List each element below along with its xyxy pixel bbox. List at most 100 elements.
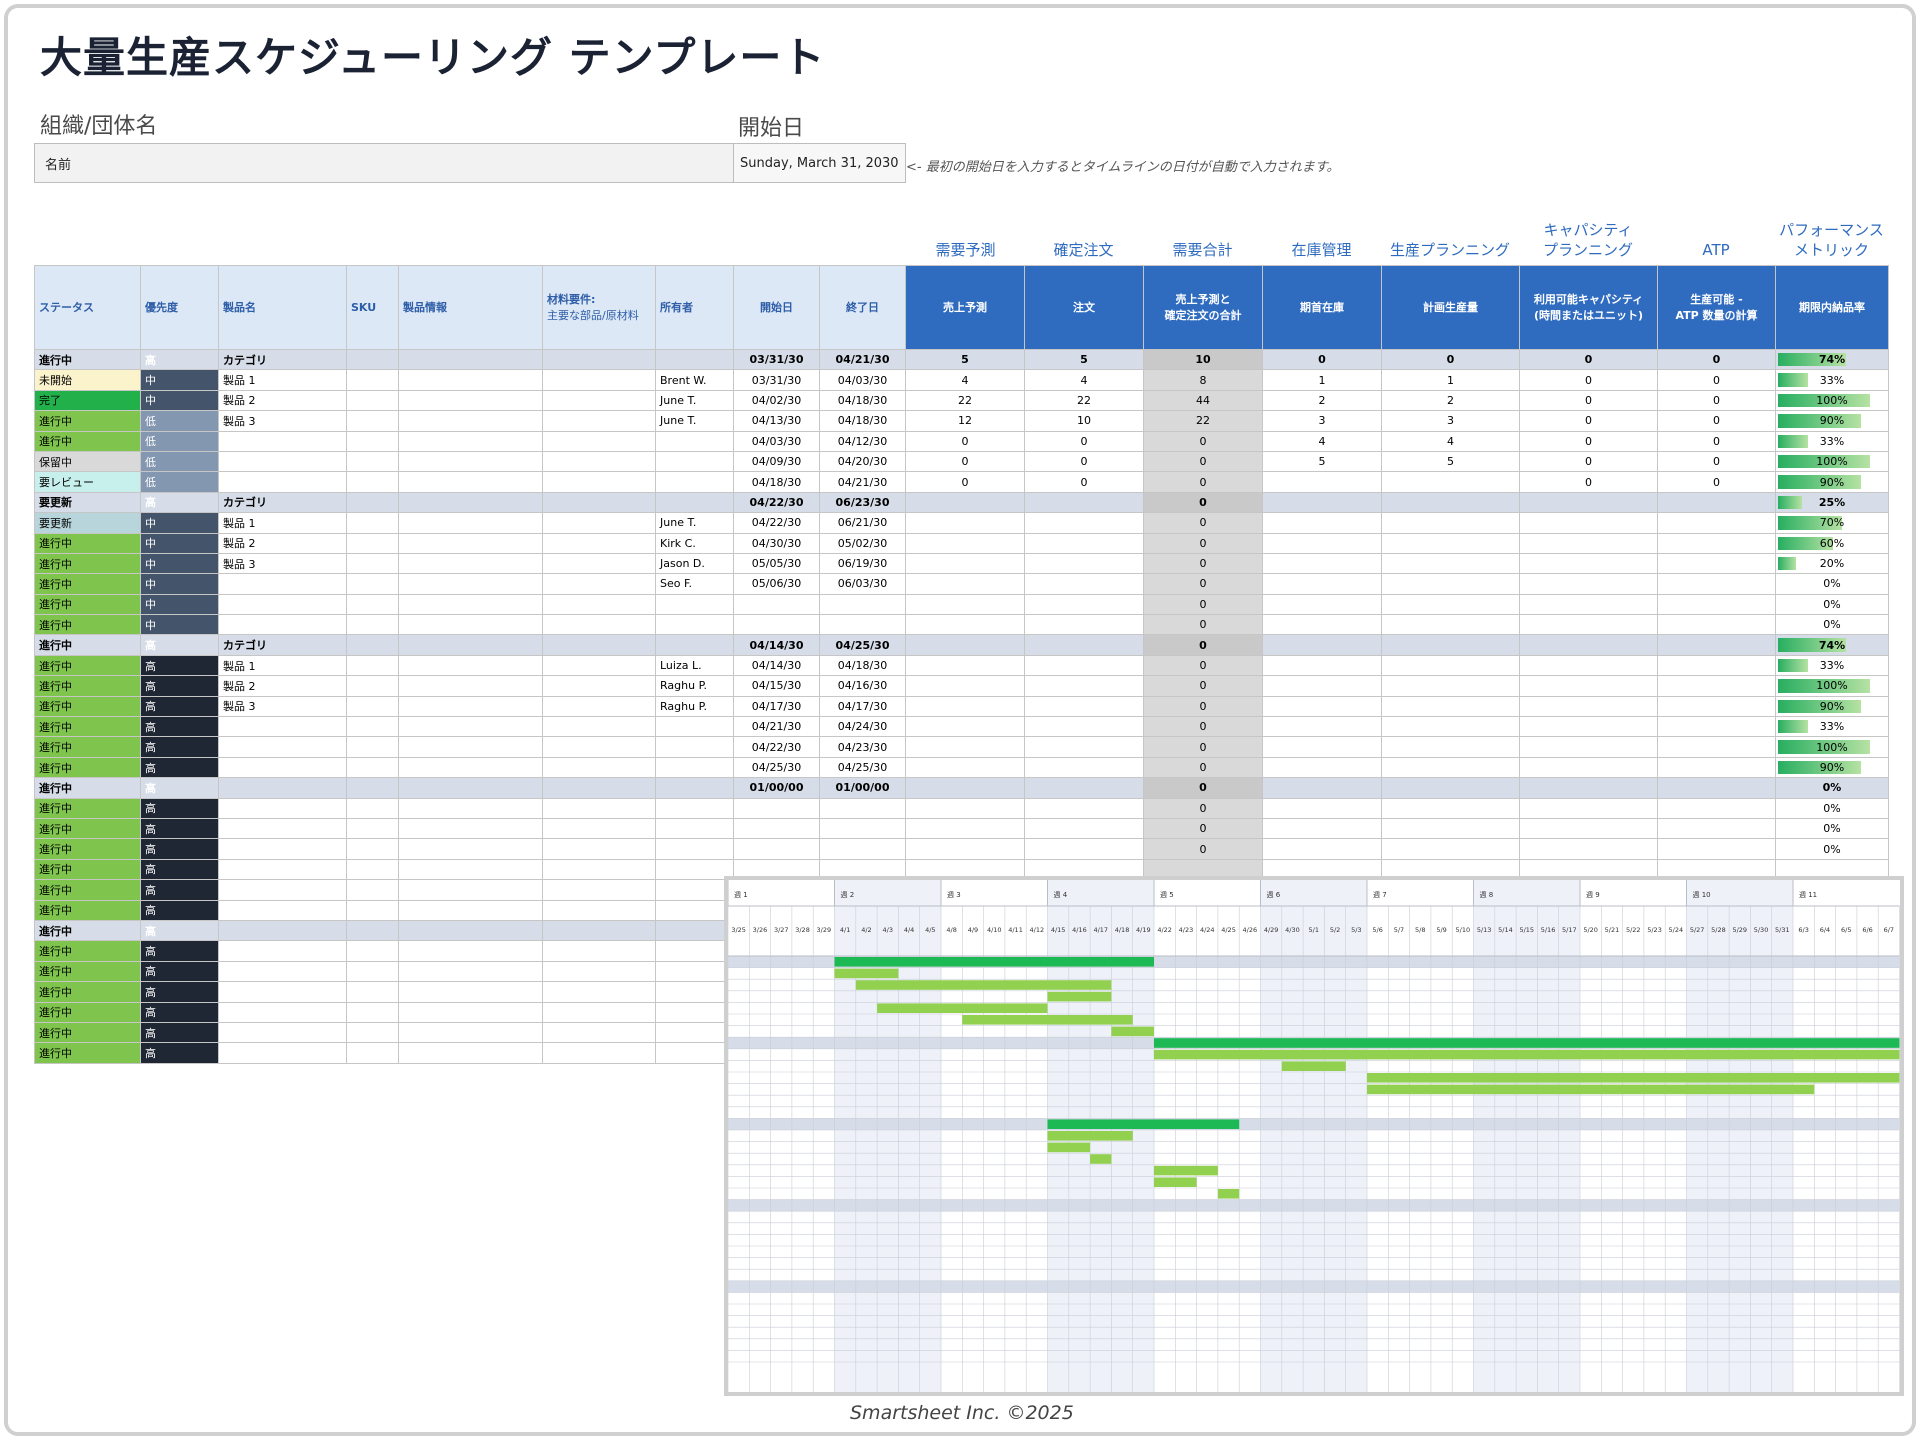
product-cell[interactable]: カテゴリ: [218, 348, 347, 371]
end-date-cell[interactable]: 04/17/30: [819, 695, 906, 718]
ontime-cell[interactable]: 33%: [1775, 430, 1889, 452]
total-cell[interactable]: 10: [1143, 348, 1263, 371]
orders-cell[interactable]: [1024, 695, 1144, 718]
total-cell[interactable]: 0: [1143, 756, 1263, 779]
ontime-cell[interactable]: 33%: [1775, 654, 1889, 677]
materials-cell[interactable]: [542, 817, 656, 840]
orders-cell[interactable]: [1024, 552, 1144, 575]
orders-cell[interactable]: [1024, 675, 1144, 697]
atp-cell[interactable]: [1657, 797, 1776, 819]
materials-cell[interactable]: [542, 797, 656, 819]
product-cell[interactable]: 製品 3: [218, 552, 347, 575]
total-cell[interactable]: 0: [1143, 777, 1263, 799]
orders-cell[interactable]: 4: [1024, 369, 1144, 391]
product-cell[interactable]: 製品 1: [218, 369, 347, 391]
planned-cell[interactable]: [1381, 532, 1520, 554]
col-status[interactable]: ステータス: [34, 265, 141, 350]
status-cell[interactable]: 未開始: [34, 369, 141, 391]
sku-cell[interactable]: [346, 1042, 399, 1064]
ontime-cell[interactable]: 0%: [1775, 838, 1889, 860]
start-date-cell[interactable]: 04/18/30: [733, 471, 820, 493]
priority-cell[interactable]: 中: [140, 593, 219, 616]
info-cell[interactable]: [398, 634, 543, 656]
ontime-cell[interactable]: 60%: [1775, 532, 1889, 554]
info-cell[interactable]: [398, 960, 543, 983]
owner-cell[interactable]: Brent W.: [655, 369, 734, 391]
orders-cell[interactable]: 22: [1024, 389, 1144, 412]
start-date-cell[interactable]: 03/31/30: [733, 348, 820, 371]
orders-cell[interactable]: [1024, 593, 1144, 616]
inventory-cell[interactable]: [1262, 593, 1382, 616]
priority-cell[interactable]: 中: [140, 369, 219, 391]
inventory-cell[interactable]: [1262, 675, 1382, 697]
inventory-cell[interactable]: [1262, 716, 1382, 738]
product-cell[interactable]: [218, 899, 347, 921]
planned-cell[interactable]: 5: [1381, 450, 1520, 473]
inventory-cell[interactable]: [1262, 614, 1382, 636]
sku-cell[interactable]: [346, 756, 399, 779]
orders-cell[interactable]: [1024, 716, 1144, 738]
capacity-cell[interactable]: 0: [1519, 410, 1658, 432]
col-orders[interactable]: 注文: [1024, 265, 1144, 350]
ontime-cell[interactable]: 0%: [1775, 593, 1889, 616]
product-cell[interactable]: [218, 838, 347, 860]
status-cell[interactable]: 進行中: [34, 858, 141, 881]
planned-cell[interactable]: [1381, 838, 1520, 860]
owner-cell[interactable]: [655, 430, 734, 452]
end-date-cell[interactable]: 04/03/30: [819, 369, 906, 391]
product-cell[interactable]: [218, 593, 347, 616]
orders-cell[interactable]: 5: [1024, 348, 1144, 371]
priority-cell[interactable]: 中: [140, 389, 219, 412]
status-cell[interactable]: 要更新: [34, 512, 141, 534]
total-cell[interactable]: 0: [1143, 654, 1263, 677]
capacity-cell[interactable]: 0: [1519, 389, 1658, 412]
col-end[interactable]: 終了日: [819, 265, 906, 350]
materials-cell[interactable]: [542, 940, 656, 962]
materials-cell[interactable]: [542, 389, 656, 412]
capacity-cell[interactable]: 0: [1519, 348, 1658, 371]
ontime-cell[interactable]: 100%: [1775, 450, 1889, 473]
orders-cell[interactable]: [1024, 777, 1144, 799]
end-date-cell[interactable]: [819, 593, 906, 616]
sku-cell[interactable]: [346, 838, 399, 860]
capacity-cell[interactable]: [1519, 797, 1658, 819]
product-cell[interactable]: 製品 2: [218, 532, 347, 554]
owner-cell[interactable]: [655, 960, 734, 983]
ontime-cell[interactable]: 90%: [1775, 471, 1889, 493]
inventory-cell[interactable]: [1262, 512, 1382, 534]
info-cell[interactable]: [398, 981, 543, 1003]
owner-cell[interactable]: [655, 981, 734, 1003]
start-date-cell[interactable]: 04/21/30: [733, 716, 820, 738]
atp-cell[interactable]: [1657, 736, 1776, 758]
owner-cell[interactable]: [655, 838, 734, 860]
capacity-cell[interactable]: [1519, 654, 1658, 677]
status-cell[interactable]: 進行中: [34, 1042, 141, 1064]
info-cell[interactable]: [398, 389, 543, 412]
info-cell[interactable]: [398, 1021, 543, 1044]
end-date-cell[interactable]: 04/18/30: [819, 410, 906, 432]
info-cell[interactable]: [398, 471, 543, 493]
forecast-cell[interactable]: [905, 552, 1025, 575]
priority-cell[interactable]: 高: [140, 981, 219, 1003]
capacity-cell[interactable]: [1519, 512, 1658, 534]
col-start[interactable]: 開始日: [733, 265, 820, 350]
forecast-cell[interactable]: 12: [905, 410, 1025, 432]
ontime-cell[interactable]: 74%: [1775, 634, 1889, 656]
priority-cell[interactable]: 高: [140, 838, 219, 860]
capacity-cell[interactable]: [1519, 716, 1658, 738]
status-cell[interactable]: 進行中: [34, 817, 141, 840]
info-cell[interactable]: [398, 736, 543, 758]
status-cell[interactable]: 進行中: [34, 430, 141, 452]
start-date-cell[interactable]: [733, 817, 820, 840]
product-cell[interactable]: [218, 573, 347, 595]
col-forecast[interactable]: 売上予測: [905, 265, 1025, 350]
sku-cell[interactable]: [346, 981, 399, 1003]
materials-cell[interactable]: [542, 716, 656, 738]
forecast-cell[interactable]: [905, 695, 1025, 718]
total-cell[interactable]: 0: [1143, 736, 1263, 758]
sku-cell[interactable]: [346, 858, 399, 881]
col-sku[interactable]: SKU: [346, 265, 399, 350]
end-date-cell[interactable]: [819, 614, 906, 636]
col-inventory[interactable]: 期首在庫: [1262, 265, 1382, 350]
end-date-cell[interactable]: 06/03/30: [819, 573, 906, 595]
